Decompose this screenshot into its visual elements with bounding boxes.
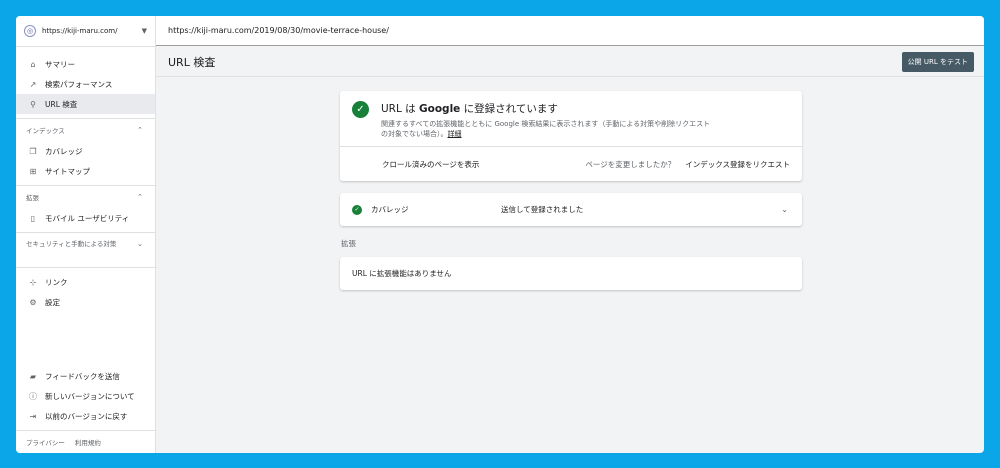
section-enhancements-header[interactable]: 拡張 ⌃ [16,186,155,208]
coverage-row[interactable]: ✓ カバレッジ 送信して登録されました ⌄ [340,193,802,226]
coverage-value: 送信して登録されました [501,205,584,214]
sidebar: ◎ https://kiji-maru.com/ ▼ ⌂ サマリー ↗ 検索パフ… [16,16,156,453]
app-window: ◎ https://kiji-maru.com/ ▼ ⌂ サマリー ↗ 検索パフ… [16,16,984,453]
coverage-label: カバレッジ [371,205,409,214]
sidebar-item-label: カバレッジ [45,146,83,156]
status-title-post: に登録されています [460,103,558,115]
inspect-url-value: https://kiji-maru.com/2019/08/30/movie-t… [168,26,389,35]
status-description: 関連するすべての拡張機能とともに Google 検索結果に表示されます（手動によ… [381,119,711,139]
sidebar-item-label: リンク [45,277,68,287]
view-crawled-page-button[interactable]: クロール済みのページを表示 [382,159,479,170]
status-desc-text: 関連するすべての拡張機能とともに Google 検索結果に表示されます（手動によ… [381,120,711,138]
sidebar-item-label: URL 検査 [45,99,78,109]
enhancements-heading: 拡張 [341,239,356,248]
section-label: 拡張 [26,194,39,202]
check-circle-icon: ✓ [352,101,369,118]
index-status-card: ✓ URL は Google に登録されています 関連するすべての拡張機能ととも… [340,91,802,181]
check-circle-icon: ✓ [352,204,362,215]
status-text: URL は Google に登録されています 関連するすべての拡張機能とともに … [381,101,711,146]
globe-icon: ◎ [24,25,36,37]
search-icon: ⚲ [30,99,36,109]
status-summary: ✓ URL は Google に登録されています 関連するすべての拡張機能ととも… [340,91,802,146]
nav-footer: ▰ フィードバックを送信 ⓘ 新しいバージョンについて ⇥ 以前のバージョンに戻… [16,366,155,426]
legal-links: プライバシー 利用規約 [16,430,155,453]
trend-icon: ↗ [29,79,37,89]
status-title-brand: Google [419,103,461,115]
page-title: URL 検査 [168,55,216,69]
sidebar-item-coverage[interactable]: ❐ カバレッジ [16,141,155,161]
settings-icon: ⚙ [29,297,37,307]
section-index-header[interactable]: インデックス ⌃ [16,119,155,141]
section-label: インデックス [26,127,65,135]
section-security-header[interactable]: セキュリティと手動による対策 ⌄ [16,233,155,263]
nav-other: ⊹ リンク ⚙ 設定 [16,268,155,312]
sidebar-item-old-version[interactable]: ⇥ 以前のバージョンに戻す [16,406,155,426]
test-live-url-button[interactable]: 公開 URL をテスト [901,51,974,72]
property-selector[interactable]: ◎ https://kiji-maru.com/ ▼ [16,16,155,47]
terms-link[interactable]: 利用規約 [75,437,101,447]
sidebar-item-settings[interactable]: ⚙ 設定 [16,292,155,312]
home-icon: ⌂ [30,59,36,69]
sidebar-item-label: 検索パフォーマンス [45,79,113,89]
chevron-up-icon: ⌃ [137,126,143,134]
sidebar-item-label: 以前のバージョンに戻す [45,411,128,421]
mobile-icon: ▯ [30,213,36,223]
sidebar-item-label: サイトマップ [45,166,90,176]
page-header: URL 検査 公開 URL をテスト [156,47,984,77]
sidebar-item-links[interactable]: ⊹ リンク [16,272,155,292]
enhancements-empty-text: URL に拡張機能はありません [352,269,452,278]
status-actions: クロール済みのページを表示 ページを変更しましたか？ インデックス登録をリクエス… [340,146,802,181]
sidebar-item-label: 新しいバージョンについて [45,391,135,401]
sidebar-item-sitemaps[interactable]: ⊞ サイトマップ [16,161,155,181]
learn-more-link[interactable]: 詳細 [448,130,462,138]
links-icon: ⊹ [29,277,37,287]
caret-down-icon: ▼ [141,27,147,35]
request-indexing-button[interactable]: インデックス登録をリクエスト [685,159,790,170]
sidebar-item-label: サマリー [45,59,75,69]
section-label: セキュリティと手動による対策 [26,240,117,248]
sitemap-icon: ⊞ [29,166,37,176]
enhancements-card: URL に拡張機能はありません [340,257,802,290]
request-indexing-group: ページを変更しましたか？ インデックス登録をリクエスト [585,159,790,170]
nav-main: ⌂ サマリー ↗ 検索パフォーマンス ⚲ URL 検査 [16,47,155,114]
sidebar-item-about-new-version[interactable]: ⓘ 新しいバージョンについて [16,386,155,406]
page-changed-question: ページを変更しましたか？ [585,159,676,169]
chevron-down-icon: ⌄ [137,240,143,248]
sidebar-item-summary[interactable]: ⌂ サマリー [16,54,155,74]
exit-icon: ⇥ [29,411,37,421]
privacy-link[interactable]: プライバシー [26,437,65,447]
inspect-url-input[interactable]: https://kiji-maru.com/2019/08/30/movie-t… [156,16,984,46]
sidebar-item-label: フィードバックを送信 [45,371,120,381]
sidebar-item-label: モバイル ユーザビリティ [45,213,130,223]
sidebar-item-label: 設定 [45,297,60,307]
sidebar-item-performance[interactable]: ↗ 検索パフォーマンス [16,74,155,94]
sidebar-item-feedback[interactable]: ▰ フィードバックを送信 [16,366,155,386]
status-title-pre: URL は [381,103,420,115]
feedback-icon: ▰ [29,371,37,381]
sidebar-item-mobile-usability[interactable]: ▯ モバイル ユーザビリティ [16,208,155,228]
status-title: URL は Google に登録されています [381,101,711,116]
info-icon: ⓘ [29,391,37,401]
coverage-icon: ❐ [29,146,37,156]
chevron-down-icon[interactable]: ⌄ [781,205,788,214]
chevron-up-icon: ⌃ [137,193,143,201]
property-url: https://kiji-maru.com/ [42,27,118,35]
sidebar-item-url-inspection[interactable]: ⚲ URL 検査 [16,94,155,114]
